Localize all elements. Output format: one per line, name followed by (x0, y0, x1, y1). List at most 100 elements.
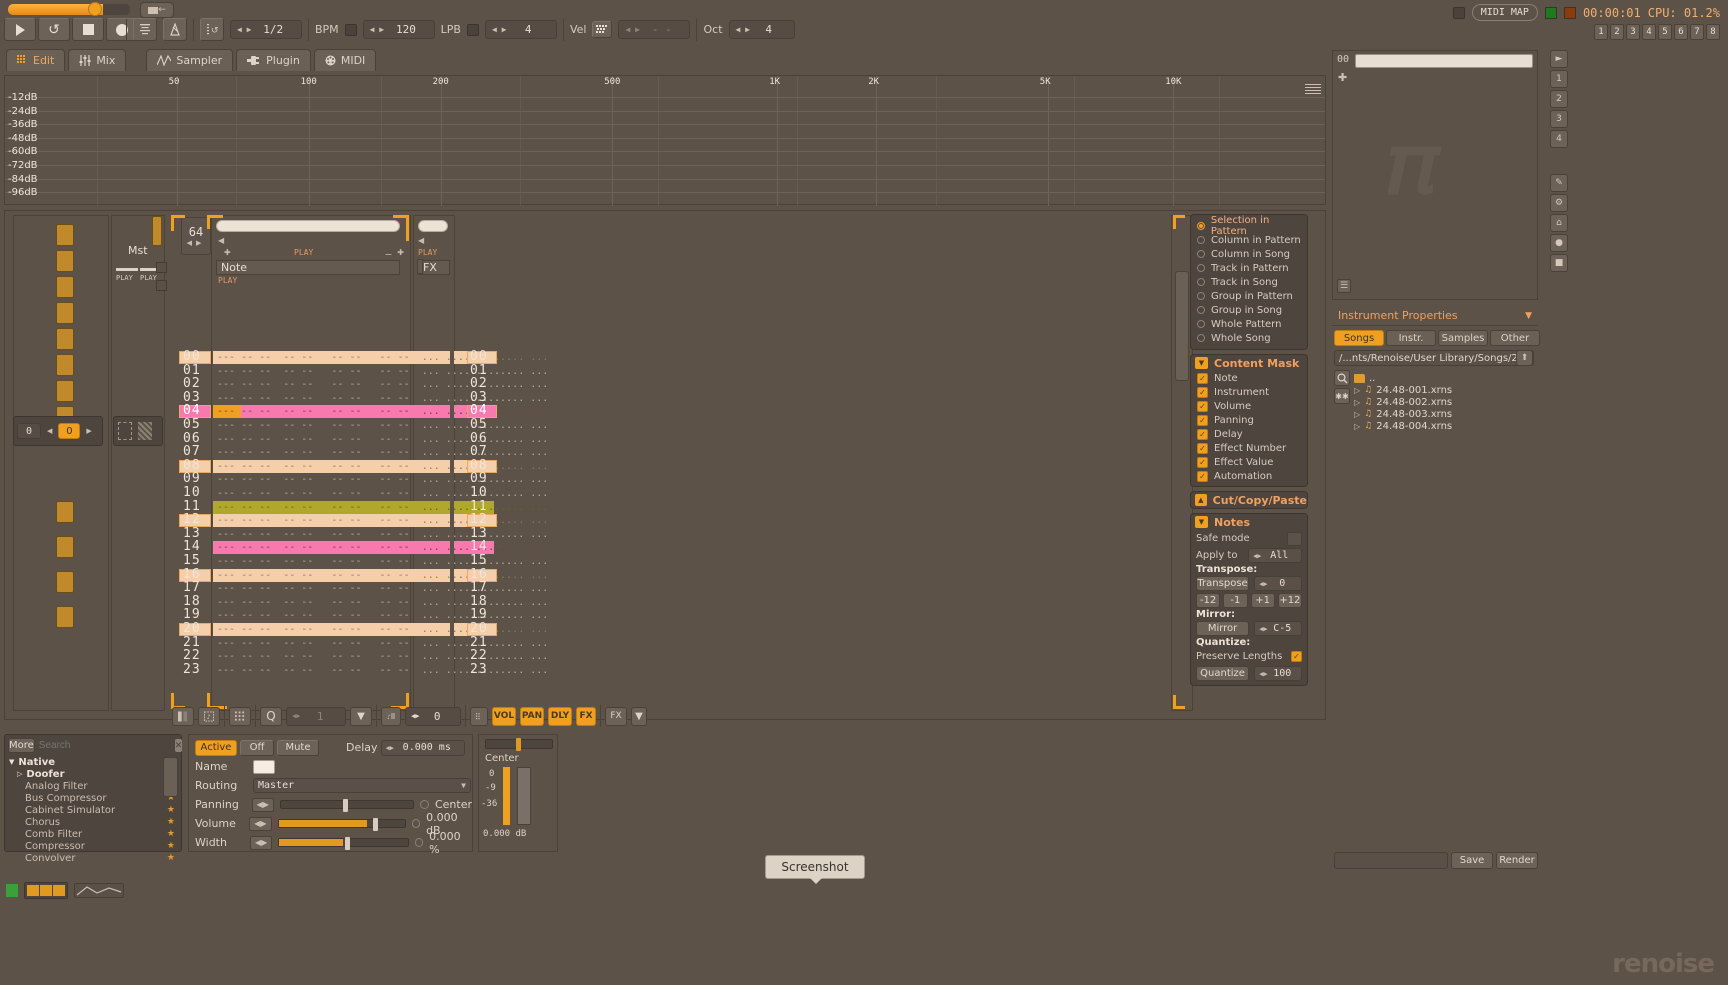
sidebar-item-1[interactable]: 1 (1550, 70, 1568, 88)
device-tree-chorus[interactable]: Chorus ★ (5, 816, 181, 828)
device-off-button[interactable]: Off (240, 739, 274, 756)
scope-option-3[interactable]: Track in Pattern (1191, 261, 1307, 275)
matrix-slot[interactable] (56, 571, 74, 593)
device-tree-bus-compressor[interactable]: Bus Compressor ★ (5, 792, 181, 804)
device-browser-scrollbar[interactable] (163, 757, 178, 797)
device-tree-analog-filter[interactable]: Analog Filter★ (5, 780, 181, 792)
edit-step-field[interactable]: ◀ ▶ 1/2 (230, 20, 302, 39)
file-path[interactable]: /...nts/Renoise/User Library/Songs/24.48… (1334, 350, 1534, 366)
safe-mode-checkbox[interactable] (1287, 531, 1302, 546)
fx-dropdown-label[interactable]: FX (605, 706, 627, 726)
favorites-icon[interactable]: ✱✱ (1334, 388, 1350, 404)
scope-option-8[interactable]: Whole Song (1191, 331, 1307, 345)
favorite-star-icon[interactable]: ★ (167, 817, 175, 827)
track-2-name[interactable] (418, 220, 448, 232)
instrument-add-icon[interactable]: ✚ (1338, 71, 1347, 84)
transpose-plus12[interactable]: +12 (1277, 593, 1302, 608)
metronome-icon[interactable] (133, 18, 157, 41)
pattern-slot-4[interactable]: 4 (1642, 24, 1656, 40)
pattern-follow-icon[interactable]: ↺ (200, 18, 224, 41)
routing-dropdown[interactable]: Master ▼ (253, 778, 471, 793)
master-volume-knob[interactable] (88, 2, 102, 16)
scope-option-6[interactable]: Group in Song (1191, 303, 1307, 317)
scope-option-0[interactable]: Selection in Pattern (1191, 215, 1307, 237)
loop-button[interactable]: ↺ (38, 18, 70, 41)
midi-map-toggle[interactable] (1452, 6, 1465, 19)
pattern-matrix[interactable] (13, 215, 109, 711)
pattern-rows[interactable]: 00 --- -- -- -- -- -- -- -- -- ... ... ..… (171, 349, 1171, 691)
master-mute-2[interactable] (156, 280, 167, 291)
scope-option-5[interactable]: Group in Pattern (1191, 289, 1307, 303)
mirror-value-field[interactable]: ◀▶ C-5 (1254, 621, 1302, 636)
lpb-field[interactable]: ◀ ▶ 4 (484, 20, 557, 39)
matrix-slot[interactable] (56, 536, 74, 558)
content-mask-option-4[interactable]: ✓ Delay (1191, 427, 1307, 441)
device-tree-cabinet-simulator[interactable]: Cabinet Simulator ★ (5, 804, 181, 816)
file-tab-songs[interactable]: Songs (1334, 330, 1384, 346)
file-path-up-icon[interactable]: ⬆ (1516, 350, 1533, 366)
save-button[interactable]: Save (1451, 852, 1493, 869)
tab-midi[interactable]: MIDI (313, 49, 377, 71)
dly-column-button[interactable]: DLY (548, 706, 572, 726)
render-button[interactable]: Render (1496, 852, 1538, 869)
favorite-star-icon[interactable]: ★ (167, 829, 175, 839)
chart-icon[interactable]: ■ (1550, 254, 1568, 272)
device-tree-convolver[interactable]: Convolver ★ (5, 852, 181, 864)
disk-browser-icon[interactable]: ► (1550, 50, 1568, 68)
pattern-slot-3[interactable]: 3 (1626, 24, 1640, 40)
file-row[interactable]: ▷ ♫ 24.48-001.xrns (1354, 384, 1534, 396)
file-tab-samples[interactable]: Samples (1438, 330, 1488, 346)
expand-icon[interactable]: ▷ (1354, 386, 1360, 395)
volume-slider[interactable] (277, 818, 406, 831)
tab-mix[interactable]: Mix (68, 49, 127, 71)
save-filename-field[interactable] (1334, 852, 1448, 869)
bpm-field[interactable]: ◀ ▶ 120 (362, 20, 435, 39)
chevron-down-icon[interactable]: ▼ (9, 758, 14, 766)
fx-dropdown-icon[interactable]: ▼ (631, 706, 647, 726)
master-output-icon[interactable]: ← (140, 2, 174, 18)
pan-column-button[interactable]: PAN (520, 706, 544, 726)
sidebar-item-4[interactable]: 4 (1550, 130, 1568, 148)
pattern-slot-5[interactable]: 5 (1658, 24, 1672, 40)
track-1-note-column-header[interactable]: Note (216, 260, 400, 275)
cut-copy-paste-header[interactable]: ▲ Cut/Copy/Paste (1191, 492, 1307, 508)
device-tree-comb-filter[interactable]: Comb Filter ★ (5, 828, 181, 840)
matrix-slot[interactable] (56, 354, 74, 376)
note-shift-icon[interactable]: ♪ (381, 706, 401, 726)
favorite-star-icon[interactable]: ★ (167, 853, 175, 863)
instrument-list-icon[interactable]: ☰ (1337, 279, 1351, 293)
more-button[interactable]: More (8, 738, 35, 753)
matrix-slot[interactable] (56, 501, 74, 523)
notes-header[interactable]: ▼ Notes (1191, 514, 1307, 530)
tab-edit[interactable]: Edit (6, 49, 66, 71)
content-mask-option-5[interactable]: ✓ Effect Number (1191, 441, 1307, 455)
quantize-step-field[interactable]: ◀▶ 1 (286, 706, 346, 726)
pattern-slot-1[interactable]: 1 (1594, 24, 1608, 40)
master-track-column[interactable]: Mst PLAY PLAY (111, 215, 167, 711)
master-slot[interactable] (152, 216, 162, 246)
device-mute-button[interactable]: Mute (277, 739, 319, 756)
device-active-button[interactable]: Active (195, 739, 237, 756)
expand-icon[interactable]: ▷ (1354, 422, 1360, 431)
spectrum-menu-icon[interactable] (1305, 84, 1321, 95)
instrument-properties-header[interactable]: Instrument Properties ▼ (1332, 306, 1538, 326)
tab-sampler[interactable]: Sampler (146, 49, 234, 71)
file-tab-instr[interactable]: Instr. (1386, 330, 1436, 346)
favorite-star-icon[interactable]: ★ (167, 841, 175, 851)
chevron-down-icon[interactable]: ▼ (1525, 311, 1532, 321)
spectrum-analyzer[interactable]: 50 100 200 500 1K 2K 5K 10K -12dB -24dB -36dB -48dB… (4, 75, 1326, 206)
delay-field[interactable]: ◀▶ 0.000 ms (380, 739, 465, 756)
metronome-precount-icon[interactable] (163, 18, 187, 41)
pattern-slot-8[interactable]: 8 (1706, 24, 1720, 40)
file-tab-other[interactable]: Other (1490, 330, 1540, 346)
track-1-name[interactable] (216, 220, 400, 232)
matrix-slot[interactable] (56, 380, 74, 402)
apply-to-field[interactable]: ◀▶ All (1248, 548, 1302, 563)
octave-field[interactable]: ◀ ▶ 4 (728, 20, 795, 39)
favorite-star-icon[interactable]: ★ (167, 805, 175, 815)
status-indicator-group[interactable] (24, 882, 68, 899)
width-slider[interactable] (278, 837, 409, 850)
device-tree-native[interactable]: ▼ Native (5, 756, 181, 768)
status-waveform[interactable] (74, 883, 124, 898)
device-browser[interactable]: More ✕ ▼Native▷DooferAnalog Filter★Bus C… (4, 734, 183, 864)
